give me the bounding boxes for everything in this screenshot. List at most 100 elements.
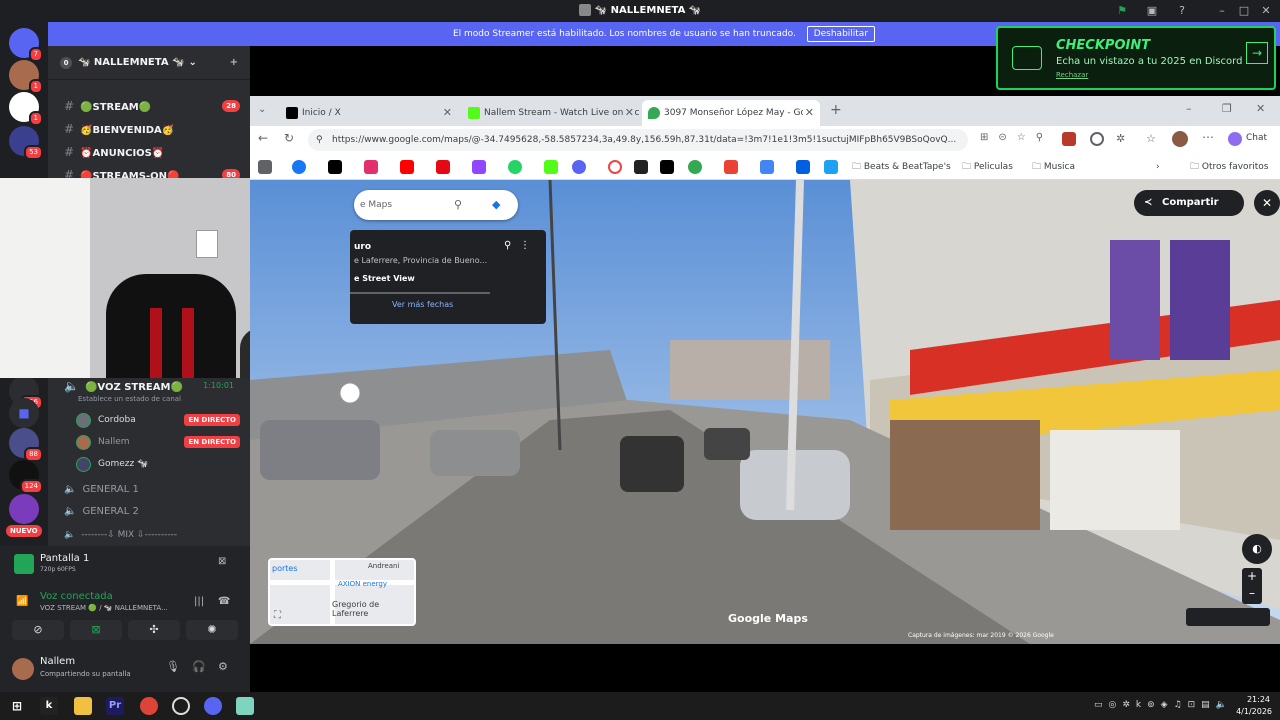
whatsapp-icon[interactable] (508, 160, 522, 174)
server-icon[interactable]: 1 (9, 92, 43, 126)
netflix-icon[interactable] (436, 160, 450, 174)
bookmark-icon[interactable] (634, 160, 648, 174)
close-tab-icon[interactable]: ✕ (443, 100, 452, 126)
arrow-right-icon[interactable]: → (1246, 42, 1268, 64)
discord-taskbar-icon[interactable] (204, 697, 222, 715)
soundboard-button[interactable]: ✺ (186, 620, 238, 640)
system-tray-icons[interactable]: ▭◎✲k⊚◈♫⊡▤🔈 (1094, 700, 1233, 710)
minimize-icon[interactable]: – (1186, 102, 1192, 115)
layers-strip[interactable] (1186, 608, 1270, 626)
bookmark-icon[interactable] (796, 160, 810, 174)
directions-icon[interactable]: ◆ (492, 190, 500, 220)
more-vert-icon[interactable]: ⋮ (520, 240, 530, 251)
checkpoint-notification[interactable]: CHECKPOINT Echa un vistazo a tu 2025 en … (996, 26, 1276, 90)
settings-gear-icon[interactable]: ⚙ (218, 660, 228, 673)
activities-button[interactable]: ✣ (128, 620, 180, 640)
new-tab-button[interactable]: + (830, 102, 842, 118)
bookmark-folder[interactable]: 🗀 Beats & BeatTape's (852, 160, 951, 174)
bookmark-folder[interactable]: 🗀 Musica (1032, 160, 1075, 174)
chrome-icon[interactable] (140, 697, 158, 715)
address-actions[interactable]: ⊞⊝☆⚲ (980, 132, 1053, 143)
notepad-icon[interactable] (236, 697, 254, 715)
other-bookmarks-folder[interactable]: 🗀 Otros favoritos (1190, 160, 1269, 174)
server-icon[interactable]: 53 (9, 126, 43, 160)
site-info-icon[interactable]: ⚲ (316, 129, 323, 151)
pin-icon[interactable]: ⚲ (504, 240, 511, 251)
voice-user[interactable]: Nallem EN DIRECTO (76, 432, 240, 452)
url-input[interactable]: ⚲ https://www.google.com/maps/@-34.749562… (308, 129, 968, 151)
translate-icon[interactable] (760, 160, 774, 174)
voice-user[interactable]: Gomezz 🐄 (76, 454, 240, 474)
zoom-controls[interactable]: + – (1242, 568, 1262, 604)
server-icon[interactable]: 124 (9, 460, 43, 494)
restore-icon[interactable]: ❐ (1222, 102, 1232, 115)
tab-x[interactable]: Inicio / X ✕ (280, 100, 458, 126)
twitch-icon[interactable] (472, 160, 486, 174)
avatar[interactable] (12, 658, 34, 680)
noise-icon[interactable]: ||| (194, 596, 204, 607)
screen-share-button[interactable]: ⊠ (70, 620, 122, 640)
maps-search-box[interactable]: e Maps ⚲ ◆ (354, 190, 518, 220)
minimize-icon[interactable]: – (1214, 3, 1230, 19)
headphones-icon[interactable]: 🎧 (192, 660, 206, 673)
camera-off-button[interactable]: ⊘ (12, 620, 64, 640)
voice-channel[interactable]: 🔈 --------⇩ MIX ⇩---------- (56, 525, 244, 545)
clock-date[interactable]: 4/1/2026 (1228, 707, 1272, 716)
disable-streamer-button[interactable]: Deshabilitar (806, 26, 876, 42)
folder-icon[interactable]: ■ (9, 398, 39, 428)
dismiss-link[interactable]: Rechazar (1056, 71, 1088, 79)
server-icon[interactable]: 88 (9, 428, 43, 462)
expand-icon[interactable]: ⛶ (274, 610, 281, 621)
bookmark-folder[interactable]: 🗀 Peliculas (962, 160, 1013, 174)
more-menu-icon[interactable]: ⋯ (1202, 130, 1214, 144)
voice-channel[interactable]: 🔈 GENERAL 2 (56, 502, 244, 522)
bookmark-icon[interactable] (824, 160, 838, 174)
inbox-icon[interactable]: ▣ (1144, 3, 1160, 19)
tab-search-icon[interactable]: ⌄ (258, 104, 266, 115)
windows-start-icon[interactable]: ⊞ (8, 697, 26, 715)
stop-share-icon[interactable]: ⊠ (218, 556, 226, 567)
youtube-icon[interactable] (400, 160, 414, 174)
extensions-puzzle-icon[interactable]: ✲ (1116, 132, 1125, 145)
maps-icon[interactable] (688, 160, 702, 174)
mini-map[interactable]: portes Andreani AXION energy Gregorio de… (268, 558, 416, 626)
compass-icon[interactable]: ◐ (1242, 534, 1272, 564)
tab-google-maps[interactable]: 3097 Monseñor López May - Goo ✕ (642, 100, 820, 126)
bookmarks-icon[interactable]: ☆ (1146, 132, 1156, 145)
microphone-icon[interactable]: 🎙 (166, 660, 180, 673)
server-icon[interactable] (9, 494, 39, 524)
instagram-icon[interactable] (364, 160, 378, 174)
obs-icon[interactable] (172, 697, 190, 715)
extension-icon[interactable] (1090, 132, 1104, 146)
discord-home-icon[interactable]: 7 (9, 28, 43, 62)
gmail-icon[interactable] (724, 160, 738, 174)
discord-icon[interactable] (572, 160, 586, 174)
kick-icon[interactable] (544, 160, 558, 174)
channel-item[interactable]: # 🟢STREAM🟢 28 (56, 96, 244, 116)
channel-status-prompt[interactable]: Establece un estado de canal (78, 395, 181, 403)
voice-connected-label[interactable]: Voz conectada (40, 591, 113, 602)
extension-icon[interactable] (1062, 132, 1076, 146)
add-member-icon[interactable]: + (230, 46, 238, 80)
copilot-icon[interactable] (1228, 132, 1242, 146)
tab-kick[interactable]: Nallem Stream - Watch Live on Kick ✕ (462, 100, 640, 126)
more-dates-link[interactable]: Ver más fechas (392, 300, 453, 309)
voice-channel-active[interactable]: 🔈 🟢VOZ STREAM🟢 1:10:01 (56, 376, 244, 396)
back-icon[interactable]: ← (258, 131, 268, 145)
close-icon[interactable]: ✕ (1258, 3, 1274, 19)
server-header[interactable]: 0 🐄 NALLEMNETA 🐄 ⌄ + (48, 46, 250, 80)
apps-icon[interactable] (258, 160, 272, 174)
close-tab-icon[interactable]: ✕ (802, 100, 814, 126)
search-icon[interactable]: ⚲ (454, 190, 462, 220)
x-icon[interactable] (328, 160, 342, 174)
maximize-icon[interactable]: □ (1236, 3, 1252, 19)
channel-item[interactable]: # 🥳BIENVENIDA🥳 (56, 119, 244, 139)
share-button[interactable]: ≺ Compartir (1134, 190, 1244, 216)
close-icon[interactable]: ✕ (1256, 102, 1265, 115)
channel-item[interactable]: # ⏰ANUNCIOS⏰ (56, 142, 244, 162)
chevron-right-icon[interactable]: › (1156, 160, 1160, 174)
clock-time[interactable]: 21:24 (1238, 695, 1270, 704)
bookmark-icon[interactable] (608, 160, 622, 174)
voice-channel[interactable]: 🔈 GENERAL 1 (56, 480, 244, 500)
street-view[interactable]: e Maps ⚲ ◆ uro e Laferrere, Provincia de B… (250, 180, 1280, 644)
